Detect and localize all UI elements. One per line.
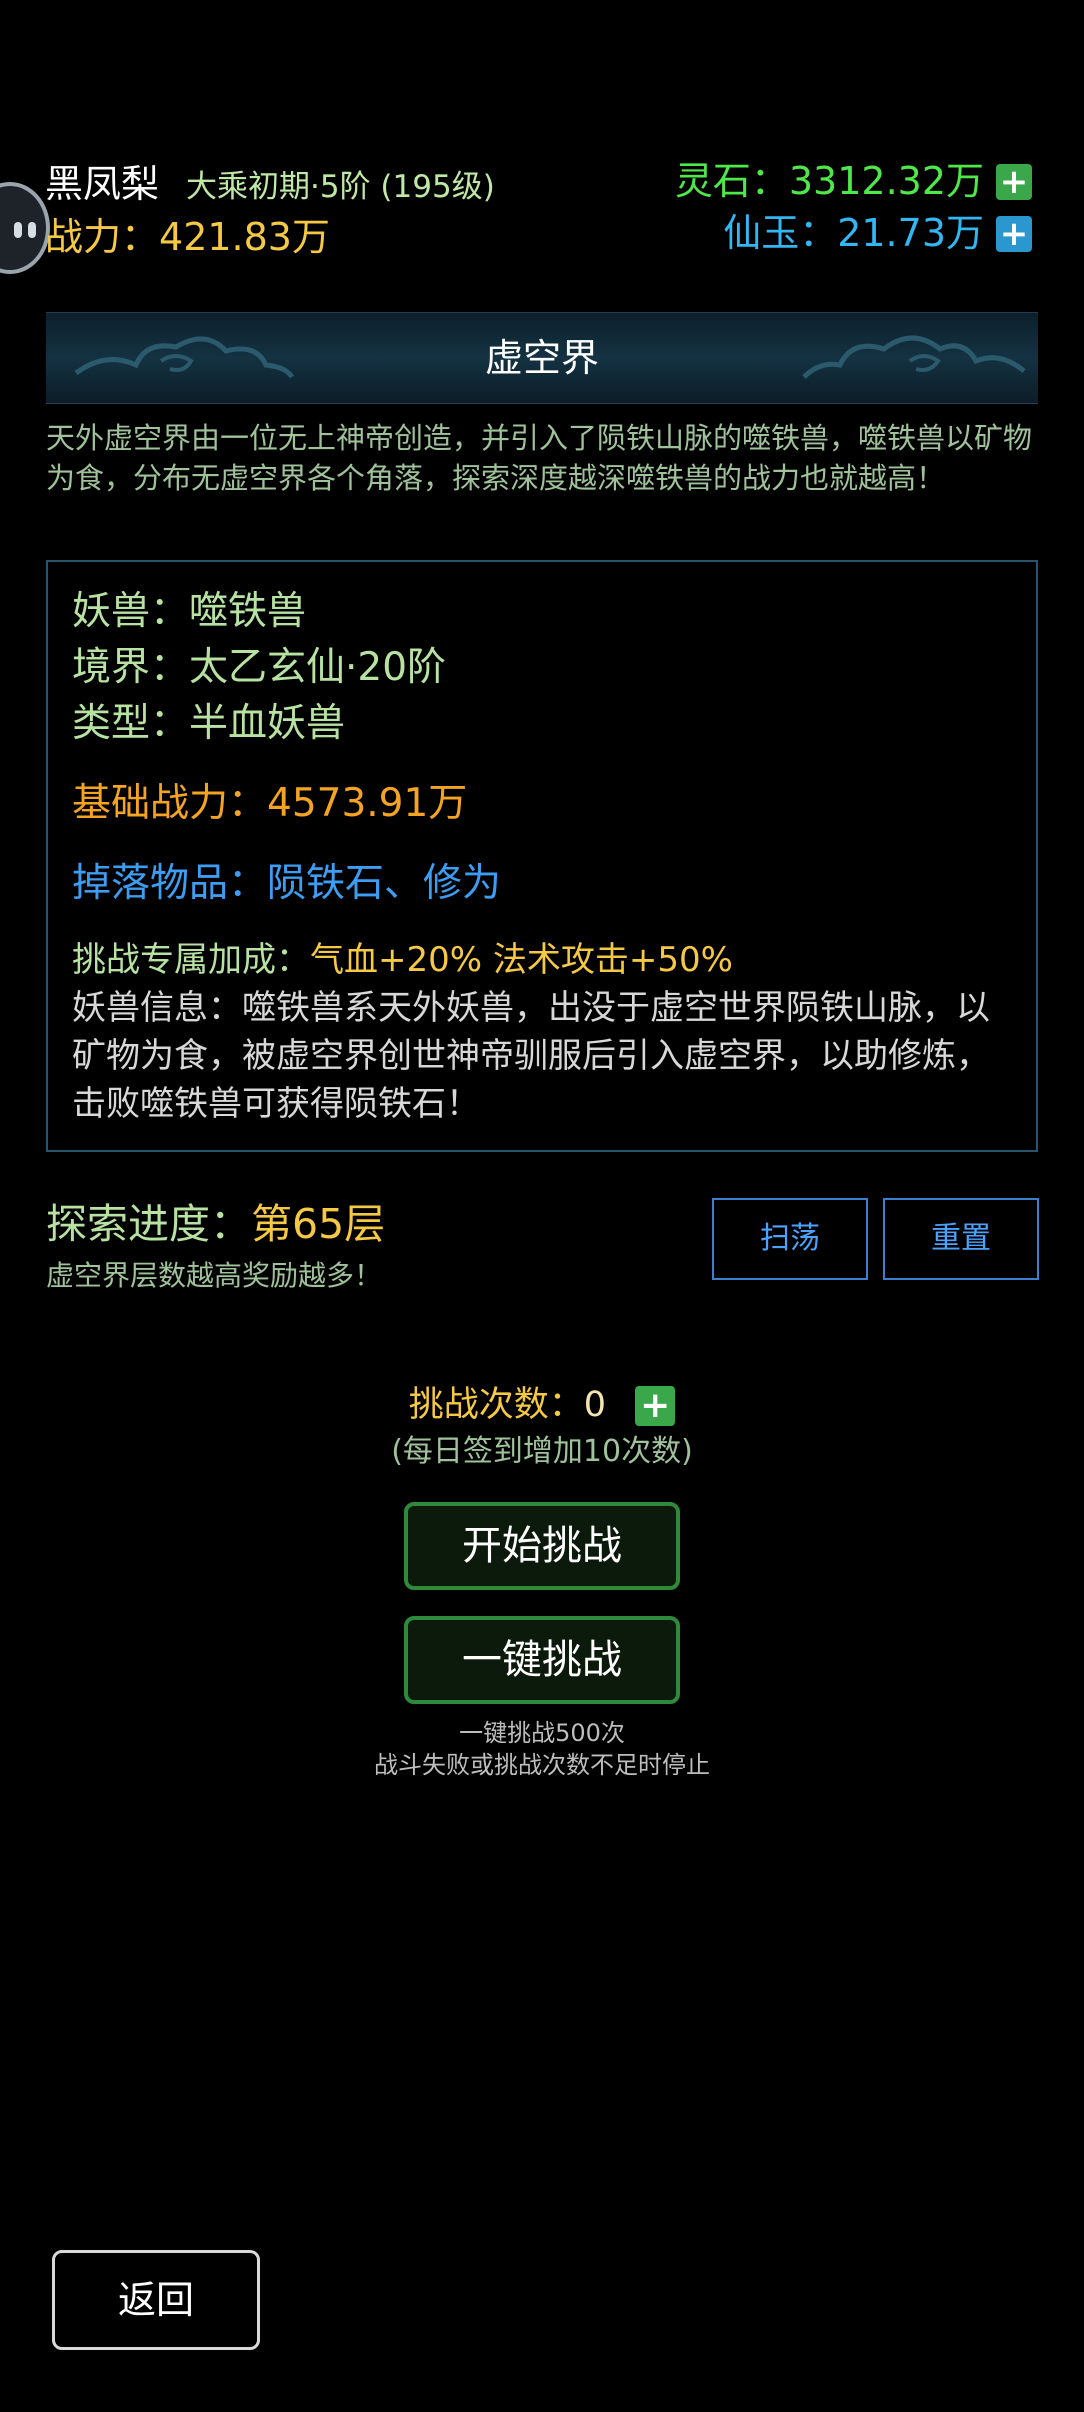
- oneclick-challenge-button[interactable]: 一键挑战: [404, 1616, 680, 1704]
- bonus-label: 挑战专属加成：: [72, 940, 310, 980]
- power-label: 战力：: [45, 215, 160, 259]
- explore-progress-value: 第65层: [251, 1200, 386, 1248]
- monster-type: 半血妖兽: [189, 701, 346, 746]
- player-realm: 大乘初期·5阶 (195级): [186, 169, 495, 205]
- monster-realm-row: 境界：太乙玄仙·20阶: [72, 640, 446, 696]
- monster-info-panel: 妖兽：噬铁兽 境界：太乙玄仙·20阶 类型：半血妖兽 基础战力：4573.91万…: [46, 560, 1038, 1152]
- start-challenge-button[interactable]: 开始挑战: [404, 1502, 680, 1590]
- monster-base-power-row: 基础战力：4573.91万: [72, 776, 467, 832]
- challenge-count-value: 0: [583, 1385, 607, 1425]
- oneclick-note-1: 一键挑战500次: [459, 1719, 625, 1747]
- add-xianyu-button[interactable]: +: [996, 216, 1032, 252]
- add-lingshi-button[interactable]: +: [996, 164, 1032, 200]
- base-power-value: 4573.91万: [267, 781, 468, 826]
- xianyu-value: 21.73万: [837, 211, 984, 255]
- drops-value: 陨铁石、修为: [267, 861, 502, 906]
- base-power-label: 基础战力：: [72, 781, 268, 826]
- player-name: 黑凤梨: [45, 162, 160, 206]
- monster-name: 噬铁兽: [189, 589, 307, 634]
- challenge-count-label: 挑战次数：: [408, 1385, 584, 1425]
- xianyu-label: 仙玉：: [723, 211, 838, 255]
- lingshi-value: 3312.32万: [788, 159, 984, 203]
- ball-eye-icon: [28, 222, 36, 238]
- sweep-button[interactable]: 扫荡: [712, 1198, 868, 1280]
- lingshi-label: 灵石：: [674, 159, 789, 203]
- monster-name-row: 妖兽：噬铁兽: [72, 584, 306, 640]
- lingshi-resource: 灵石：3312.32万: [675, 156, 984, 206]
- back-button[interactable]: 返回: [52, 2250, 260, 2350]
- bonus-value: 气血+20% 法术攻击+50%: [310, 940, 733, 980]
- drops-label: 掉落物品：: [72, 861, 268, 906]
- monster-realm: 太乙玄仙·20阶: [189, 645, 447, 690]
- area-title: 虚空界: [484, 336, 599, 380]
- monster-bonus-row: 挑战专属加成：气血+20% 法术攻击+50%: [72, 936, 733, 984]
- floating-assistant-ball[interactable]: [0, 182, 50, 274]
- monster-type-label: 类型：: [72, 701, 190, 746]
- challenge-hint: (每日签到增加10次数): [391, 1434, 693, 1469]
- monster-info-text: 妖兽信息：噬铁兽系天外妖兽，出没于虚空世界陨铁山脉，以矿物为食，被虚空界创世神帝…: [72, 984, 1012, 1128]
- explore-subtext: 虚空界层数越高奖励越多！: [46, 1259, 383, 1292]
- monster-info-label: 妖兽信息：: [72, 988, 242, 1028]
- xianyu-resource: 仙玉：21.73万: [723, 208, 984, 258]
- monster-type-row: 类型：半血妖兽: [72, 696, 345, 752]
- reset-button[interactable]: 重置: [883, 1198, 1039, 1280]
- power-value: 421.83万: [159, 215, 330, 259]
- explore-progress-label: 探索进度：: [46, 1200, 251, 1248]
- ball-eye-icon: [14, 222, 22, 238]
- area-description: 天外虚空界由一位无上神帝创造，并引入了陨铁山脉的噬铁兽，噬铁兽以矿物为食，分布无…: [46, 421, 1033, 495]
- monster-realm-label: 境界：: [72, 645, 190, 690]
- monster-drops-row: 掉落物品：陨铁石、修为: [72, 856, 501, 912]
- area-title-banner: 虚空界: [46, 312, 1038, 404]
- monster-name-label: 妖兽：: [72, 589, 190, 634]
- explore-progress: 探索进度：第65层: [46, 1196, 385, 1252]
- oneclick-note-2: 战斗失败或挑战次数不足时停止: [374, 1751, 710, 1779]
- player-power: 战力：421.83万: [45, 212, 330, 262]
- add-challenge-count-button[interactable]: +: [635, 1386, 676, 1426]
- challenge-count-row: 挑战次数：0 +: [0, 1380, 1084, 1430]
